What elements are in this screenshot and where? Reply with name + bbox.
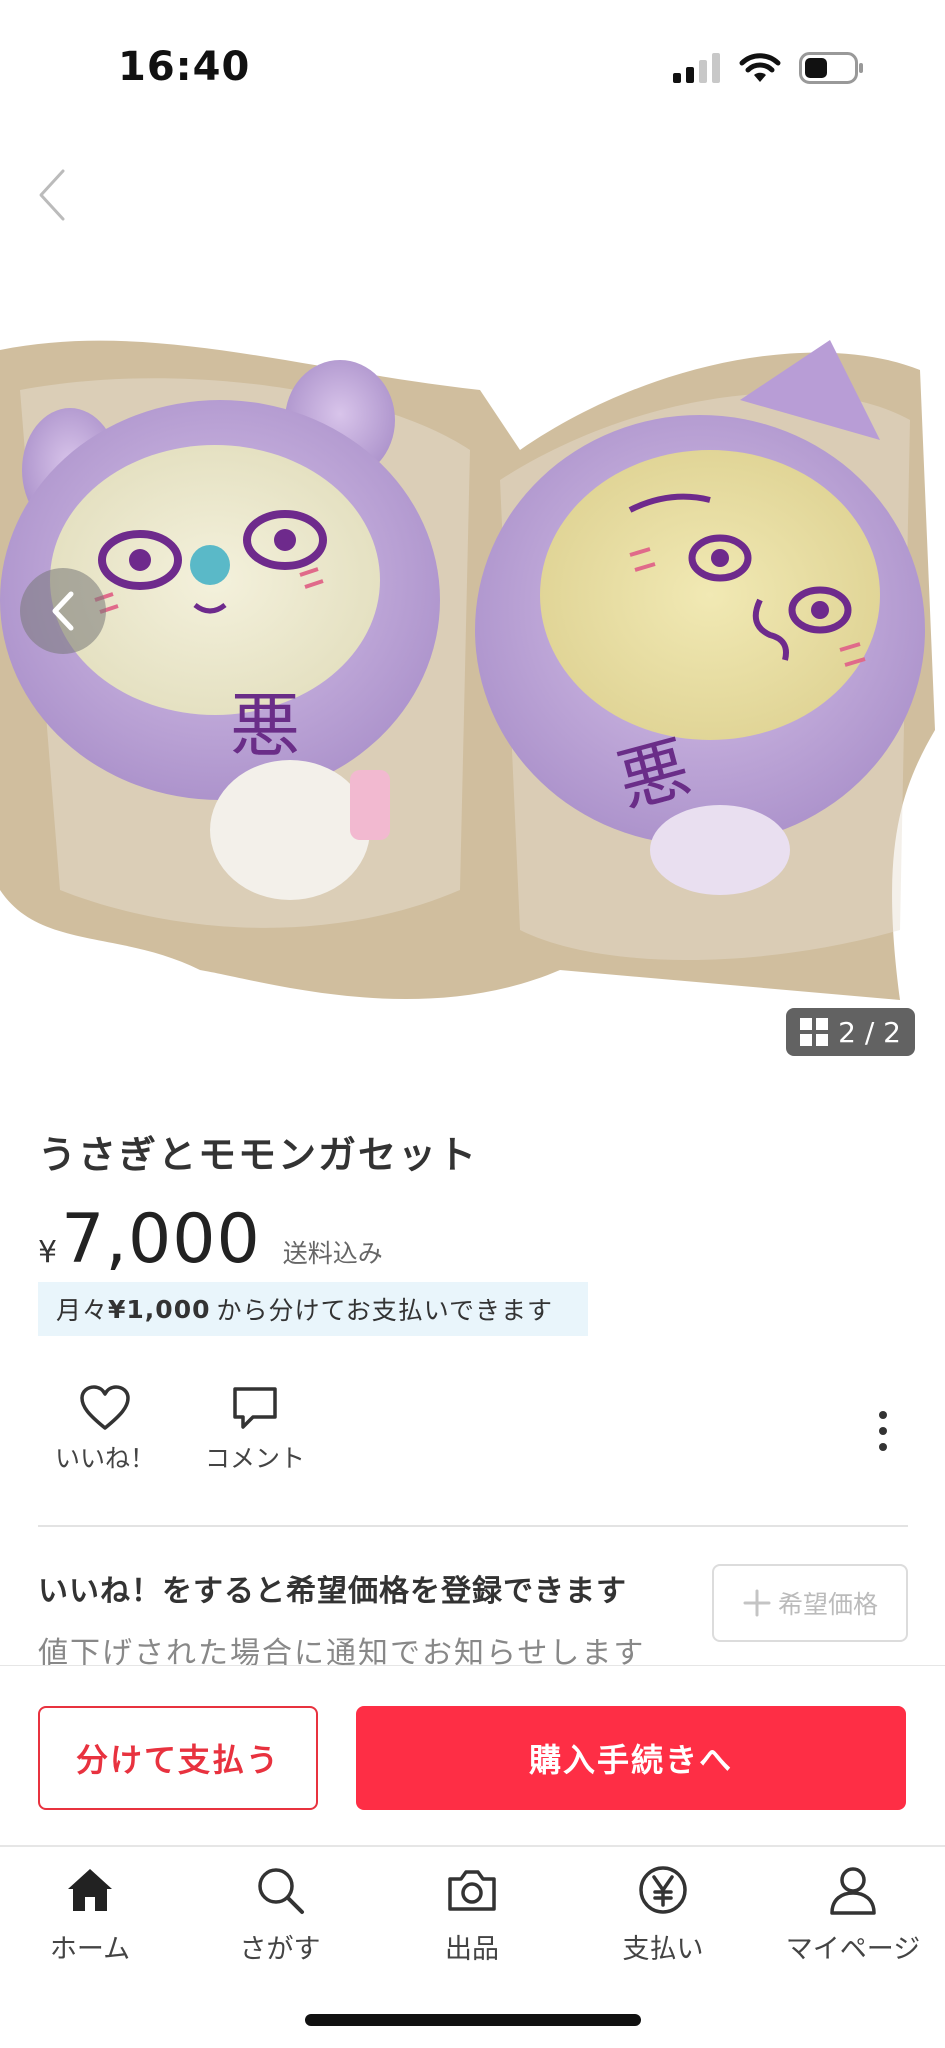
divider: [38, 1525, 908, 1527]
back-button[interactable]: [22, 160, 82, 230]
comment-label: コメント: [205, 1444, 306, 1473]
wish-price-section: いいね！をすると希望価格を登録できます 値下げされた場合に通知でお知らせします …: [38, 1564, 908, 1672]
heart-icon: [80, 1385, 130, 1430]
installment-prefix: 月々: [56, 1296, 109, 1325]
home-indicator: [305, 2014, 641, 2026]
more-dot: [879, 1427, 887, 1435]
price-row: ¥ 7,000 送料込み: [38, 1200, 383, 1279]
like-button[interactable]: いいね！: [55, 1385, 155, 1475]
home-icon: [68, 1869, 112, 1911]
installment-banner[interactable]: 月々 ¥1,000 から分けてお支払いできます: [38, 1282, 588, 1336]
battery-icon: [799, 52, 863, 84]
tab-sell[interactable]: 出品: [392, 1863, 552, 1966]
tab-label: 出品: [445, 1934, 499, 1965]
comment-button[interactable]: コメント: [205, 1385, 305, 1475]
currency-symbol: ¥: [38, 1235, 58, 1270]
comment-icon: [233, 1387, 277, 1429]
status-icons: [673, 52, 865, 84]
photo-counter[interactable]: 2 / 2: [786, 1008, 915, 1056]
split-payment-button[interactable]: 分けて支払う: [38, 1706, 318, 1810]
more-dot: [879, 1411, 887, 1419]
tab-home[interactable]: ホーム: [10, 1863, 170, 1966]
chevron-left-icon: [38, 168, 66, 222]
like-label: いいね！: [55, 1444, 156, 1473]
item-actions: いいね！ コメント: [0, 1385, 945, 1485]
wifi-icon: [739, 53, 781, 82]
more-dot: [879, 1443, 887, 1451]
tab-payment[interactable]: 支払い: [583, 1863, 743, 1966]
tab-mypage[interactable]: マイページ: [773, 1863, 933, 1966]
grid-icon: [800, 1018, 829, 1046]
status-bar: 16:40: [0, 0, 945, 140]
product-photo[interactable]: 悪 悪: [0, 330, 945, 1010]
price-value: 7,000: [61, 1200, 261, 1279]
installment-suffix: から分けてお支払いできます: [216, 1296, 554, 1325]
tab-search[interactable]: さがす: [200, 1863, 360, 1966]
tab-label: ホーム: [49, 1934, 131, 1965]
wish-price-button-label: 希望価格: [777, 1590, 878, 1619]
purchase-bar: 分けて支払う 購入手続きへ: [0, 1665, 945, 1845]
tab-label: 支払い: [622, 1934, 704, 1965]
tab-bar: ホーム さがす 出品 支払い マイページ: [0, 1845, 945, 2048]
shipping-label: 送料込み: [282, 1239, 383, 1268]
photo-counter-text: 2 / 2: [838, 1015, 901, 1049]
buy-button[interactable]: 購入手続きへ: [356, 1706, 906, 1810]
tab-label: さがす: [239, 1934, 321, 1965]
installment-amount: ¥1,000: [108, 1294, 211, 1324]
search-icon: [258, 1868, 304, 1914]
plus-icon: [743, 1589, 771, 1617]
yen-icon: [639, 1866, 687, 1914]
previous-photo-button[interactable]: [20, 568, 106, 654]
signal-icon: [673, 53, 720, 83]
person-icon: [830, 1867, 876, 1915]
svg-text:悪: 悪: [230, 685, 300, 767]
chevron-left-icon: [52, 591, 74, 631]
status-time: 16:40: [118, 44, 251, 90]
item-title: うさぎとモモンガセット: [38, 1133, 479, 1177]
tab-label: マイページ: [785, 1934, 921, 1965]
wish-price-button[interactable]: 希望価格: [712, 1564, 908, 1642]
camera-icon: [448, 1870, 496, 1911]
more-options-button[interactable]: [873, 1411, 893, 1451]
